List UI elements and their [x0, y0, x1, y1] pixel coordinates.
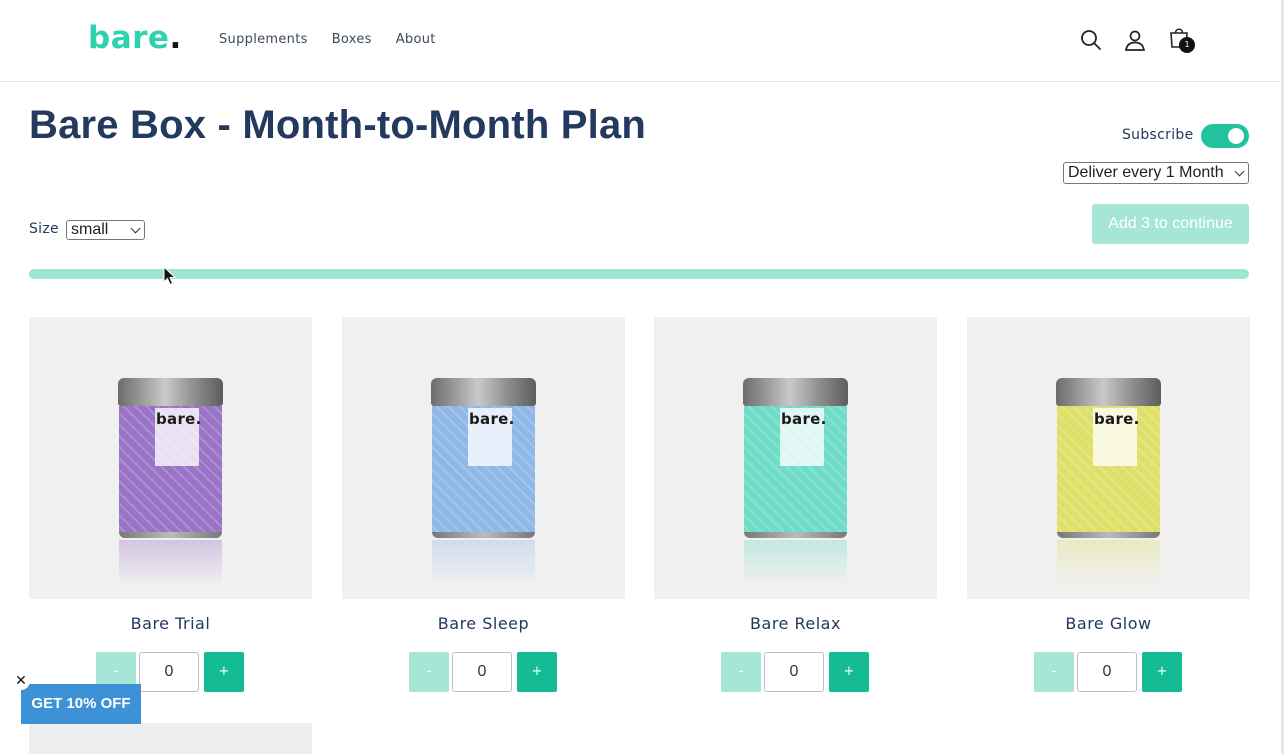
supplement-tin-image: bare.	[431, 378, 536, 586]
subscribe-label: Subscribe	[1122, 127, 1194, 143]
tin-brand-text: bare.	[1094, 410, 1140, 428]
tin-brand-text: bare.	[156, 410, 202, 428]
delivery-frequency-select[interactable]: Deliver every 1 Month	[1063, 162, 1249, 184]
tin-base	[1057, 532, 1160, 538]
page-title: Bare Box - Month-to-Month Plan	[29, 103, 647, 147]
chevron-down-icon	[130, 223, 141, 234]
quantity-stepper: - 0 +	[654, 652, 937, 692]
product-image[interactable]: bare.	[967, 317, 1250, 599]
discount-promo-button[interactable]: GET 10% OFF	[21, 684, 141, 724]
product-card-partial	[29, 723, 312, 754]
toggle-knob	[1228, 128, 1244, 144]
tin-brand-text: bare.	[781, 410, 827, 428]
quantity-input[interactable]: 0	[1077, 652, 1137, 692]
product-image[interactable]: bare.	[342, 317, 625, 599]
increase-quantity-button[interactable]: +	[204, 652, 244, 692]
delivery-frequency-value: Deliver every 1 Month	[1068, 164, 1224, 181]
tin-reflection	[744, 540, 847, 586]
quantity-input[interactable]: 0	[139, 652, 199, 692]
size-label: Size	[29, 221, 59, 237]
mouse-cursor-icon	[163, 266, 177, 286]
tin-lid	[431, 378, 536, 406]
tin-reflection	[1057, 540, 1160, 586]
tin-reflection	[432, 540, 535, 586]
product-card: bare. Bare Relax - 0 +	[654, 317, 937, 692]
supplement-tin-image: bare.	[743, 378, 848, 586]
quantity-input[interactable]: 0	[764, 652, 824, 692]
quantity-stepper: - 0 +	[342, 652, 625, 692]
tin-base	[432, 532, 535, 538]
chevron-down-icon	[1234, 166, 1245, 177]
product-card: bare. Bare Trial - 0 +	[29, 317, 312, 692]
tin-reflection	[119, 540, 222, 586]
add-to-continue-button[interactable]: Add 3 to continue	[1092, 204, 1249, 244]
search-icon[interactable]	[1079, 28, 1103, 52]
nav-boxes[interactable]: Boxes	[332, 32, 372, 47]
tin-lid	[1056, 378, 1161, 406]
supplement-tin-image: bare.	[1056, 378, 1161, 586]
logo-text: bare	[88, 20, 170, 56]
tin-lid	[118, 378, 223, 406]
cart-count-badge: 1	[1179, 37, 1195, 53]
product-card: bare. Bare Glow - 0 +	[967, 317, 1250, 692]
product-image[interactable]: bare.	[29, 317, 312, 599]
quantity-stepper: - 0 +	[967, 652, 1250, 692]
increase-quantity-button[interactable]: +	[517, 652, 557, 692]
product-name[interactable]: Bare Sleep	[342, 614, 625, 633]
product-name[interactable]: Bare Relax	[654, 614, 937, 633]
product-name[interactable]: Bare Trial	[29, 614, 312, 633]
logo[interactable]: bare.	[88, 20, 182, 56]
product-image[interactable]: bare.	[654, 317, 937, 599]
increase-quantity-button[interactable]: +	[829, 652, 869, 692]
decrease-quantity-button[interactable]: -	[409, 652, 449, 692]
size-select[interactable]: small	[66, 220, 145, 240]
nav-about[interactable]: About	[396, 32, 436, 47]
quantity-input[interactable]: 0	[452, 652, 512, 692]
tin-base	[119, 532, 222, 538]
tin-brand-text: bare.	[469, 410, 515, 428]
close-icon[interactable]: ✕	[12, 672, 30, 690]
main-nav: Supplements Boxes About	[219, 32, 436, 47]
supplement-tin-image: bare.	[118, 378, 223, 586]
nav-supplements[interactable]: Supplements	[219, 32, 308, 47]
box-progress-bar	[29, 269, 1249, 279]
subscribe-toggle[interactable]	[1201, 124, 1249, 148]
account-icon[interactable]	[1123, 28, 1147, 52]
logo-dot: .	[169, 20, 182, 56]
site-header: bare. Supplements Boxes About 1	[0, 0, 1284, 82]
product-card: bare. Bare Sleep - 0 +	[342, 317, 625, 692]
product-name[interactable]: Bare Glow	[967, 614, 1250, 633]
decrease-quantity-button[interactable]: -	[1034, 652, 1074, 692]
tin-base	[744, 532, 847, 538]
size-value: small	[71, 221, 109, 238]
increase-quantity-button[interactable]: +	[1142, 652, 1182, 692]
tin-lid	[743, 378, 848, 406]
decrease-quantity-button[interactable]: -	[721, 652, 761, 692]
